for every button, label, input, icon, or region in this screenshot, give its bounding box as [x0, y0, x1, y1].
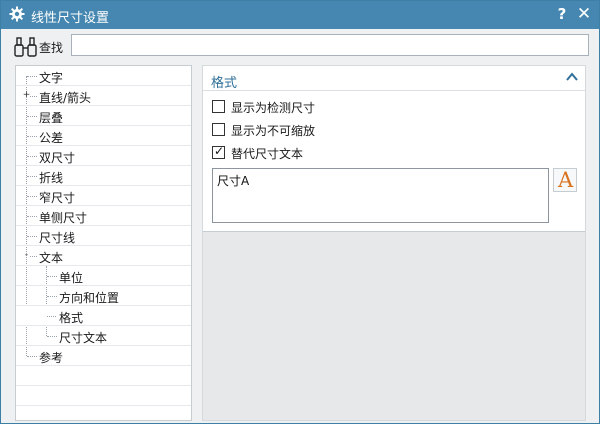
tree-item-units[interactable]: 单位 [16, 266, 191, 286]
checkmark-icon: ✓ [214, 144, 225, 158]
title-bar[interactable]: 线性尺寸设置 ? ✕ [1, 1, 599, 29]
tree-item-format[interactable]: 格式 [16, 306, 191, 326]
tree-item-jog[interactable]: 折线 [16, 166, 191, 186]
text-style-button[interactable]: A [553, 168, 577, 192]
tree-item-single-sided[interactable]: 单侧尺寸 [16, 206, 191, 226]
help-button[interactable]: ? [554, 5, 570, 23]
gear-icon [9, 6, 25, 22]
chevron-up-icon[interactable] [565, 70, 579, 84]
tree-item-dual-dimension[interactable]: 双尺寸 [16, 146, 191, 166]
tree-empty-row [16, 366, 191, 386]
override-dimension-text-checkbox[interactable]: ✓ [212, 144, 225, 159]
tree-item-line-arrow[interactable]: + 直线/箭头 [16, 86, 191, 106]
tree-item-reference[interactable]: 参考 [16, 346, 191, 366]
search-row: 查找 [1, 29, 599, 65]
tree-item-narrow-dimension[interactable]: 窄尺寸 [16, 186, 191, 206]
override-text-input[interactable]: 尺寸A [212, 168, 549, 223]
tree-item-text-style[interactable]: 文字 [16, 66, 191, 86]
show-as-non-scaling-checkbox[interactable] [212, 123, 225, 136]
tree-item-stacking[interactable]: 层叠 [16, 106, 191, 126]
tree-item-dimension-text[interactable]: 尺寸文本 [16, 326, 191, 346]
format-group: 格式 显示为检测尺寸 显示为不可缩放 ✓ 替代尺寸文本 尺寸A A [203, 66, 585, 232]
close-button[interactable]: ✕ [575, 4, 593, 24]
group-divider [203, 90, 585, 91]
binoculars-icon[interactable] [13, 36, 39, 58]
tree-item-tolerance[interactable]: 公差 [16, 126, 191, 146]
window-title: 线性尺寸设置 [31, 11, 110, 26]
tree-item-orientation-location[interactable]: 方向和位置 [16, 286, 191, 306]
show-as-inspection-checkbox[interactable] [212, 100, 225, 113]
settings-panel: 格式 显示为检测尺寸 显示为不可缩放 ✓ 替代尺寸文本 尺寸A A [202, 65, 586, 421]
tree-item-text[interactable]: - 文本 [16, 246, 191, 266]
font-a-icon: A [558, 168, 574, 192]
search-input[interactable] [71, 34, 589, 56]
search-label: 查找 [39, 41, 64, 55]
settings-tree: 文字 + 直线/箭头 层叠 公差 双尺寸 折线 窄尺寸 单侧尺寸 尺寸线 - 文… [15, 65, 192, 421]
tree-empty-row [16, 386, 191, 406]
tree-item-dimension-line[interactable]: 尺寸线 [16, 226, 191, 246]
format-group-title[interactable]: 格式 [211, 72, 237, 91]
linear-dimension-settings-dialog: 线性尺寸设置 ? ✕ 查找 文字 + 直线/箭头 层叠 公差 双尺寸 折线 窄尺… [0, 0, 600, 424]
